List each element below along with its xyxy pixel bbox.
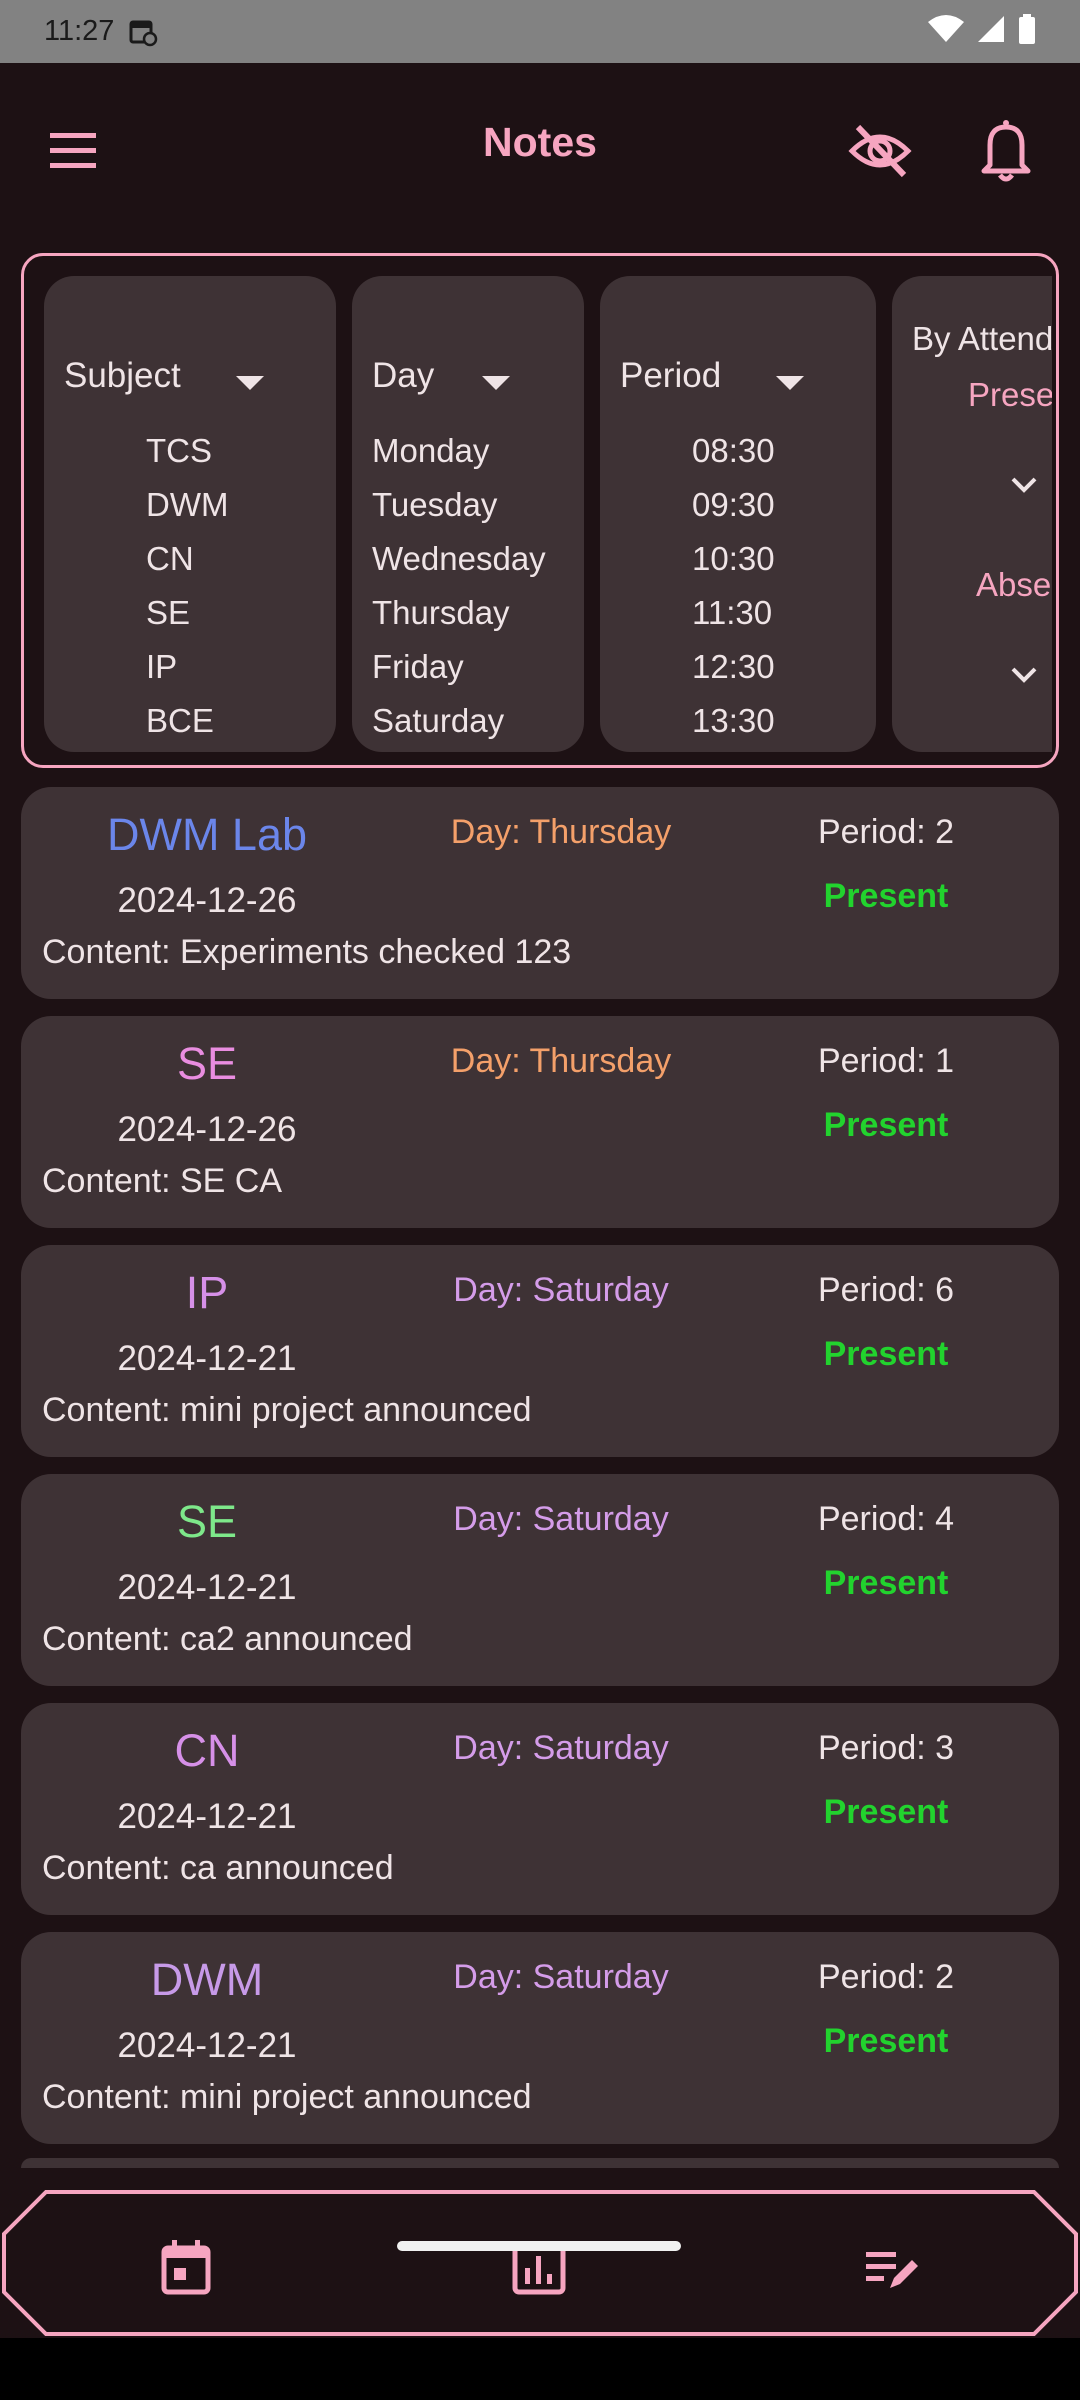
subject-filter[interactable]: Subject TCS DWM CN SE IP BCE bbox=[44, 276, 336, 752]
dropdown-arrow-icon[interactable] bbox=[482, 376, 510, 390]
day-filter-label: Day bbox=[372, 356, 435, 395]
note-content: Content: mini project announced bbox=[42, 1391, 532, 1429]
note-date: 2024-12-26 bbox=[117, 881, 297, 920]
note-date: 2024-12-21 bbox=[117, 1797, 297, 1836]
note-card-partial bbox=[21, 2158, 1059, 2168]
note-subject: SE bbox=[176, 1496, 238, 1547]
note-card[interactable]: IP 2024-12-21 Day: Saturday Period: 6 Pr… bbox=[21, 1245, 1059, 1457]
period-option[interactable]: 11:30 bbox=[600, 586, 876, 640]
navigation-gesture-area bbox=[0, 2338, 1080, 2400]
home-gesture-bar[interactable] bbox=[397, 2241, 681, 2251]
day-option[interactable]: Friday bbox=[352, 640, 584, 694]
note-subject: IP bbox=[185, 1267, 229, 1318]
note-content: Content: mini project announced bbox=[42, 2078, 532, 2116]
note-content: Content: ca announced bbox=[42, 1849, 394, 1887]
period-filter[interactable]: Period 08:30 09:30 10:30 11:30 12:30 13:… bbox=[600, 276, 876, 752]
note-period: Period: 4 bbox=[817, 1500, 955, 1538]
period-options: 08:30 09:30 10:30 11:30 12:30 13:30 bbox=[600, 424, 876, 748]
note-subject: DWM Lab bbox=[106, 809, 308, 860]
chevron-down-icon[interactable] bbox=[1010, 666, 1038, 684]
absent-filter-label[interactable]: Absent bbox=[976, 566, 1052, 604]
day-options: Monday Tuesday Wednesday Thursday Friday… bbox=[352, 424, 584, 748]
note-day: Day: Saturday bbox=[453, 1729, 669, 1767]
note-subject: CN bbox=[174, 1725, 240, 1776]
present-filter-label[interactable]: Present bbox=[968, 376, 1052, 414]
note-day: Day: Thursday bbox=[450, 1042, 672, 1080]
subject-option[interactable]: TCS bbox=[44, 424, 336, 478]
page-title: Notes bbox=[483, 119, 597, 165]
signal-icon bbox=[978, 16, 1004, 42]
app-bar: Notes bbox=[0, 63, 1080, 231]
day-option[interactable]: Thursday bbox=[352, 586, 584, 640]
note-card[interactable]: SE 2024-12-26 Day: Thursday Period: 1 Pr… bbox=[21, 1016, 1059, 1228]
note-status: Present bbox=[823, 1793, 949, 1831]
subject-options: TCS DWM CN SE IP BCE bbox=[44, 424, 336, 748]
subject-option[interactable]: BCE bbox=[44, 694, 336, 748]
note-content: Content: SE CA bbox=[42, 1162, 283, 1200]
note-day: Day: Saturday bbox=[453, 1271, 669, 1309]
note-period: Period: 6 bbox=[817, 1271, 955, 1309]
bell-icon[interactable] bbox=[978, 117, 1034, 183]
subject-option[interactable]: CN bbox=[44, 532, 336, 586]
note-date: 2024-12-21 bbox=[117, 1568, 297, 1607]
note-card[interactable]: CN 2024-12-21 Day: Saturday Period: 3 Pr… bbox=[21, 1703, 1059, 1915]
bottom-nav bbox=[0, 2188, 1080, 2338]
attendance-filter-label: By Attendance bbox=[912, 320, 1052, 357]
calendar-icon[interactable] bbox=[156, 2238, 216, 2298]
dropdown-arrow-icon[interactable] bbox=[236, 376, 264, 390]
subject-option[interactable]: DWM bbox=[44, 478, 336, 532]
note-date: 2024-12-26 bbox=[117, 1110, 297, 1149]
period-option[interactable]: 08:30 bbox=[600, 424, 876, 478]
day-option[interactable]: Tuesday bbox=[352, 478, 584, 532]
note-status: Present bbox=[823, 877, 949, 915]
note-content: Content: ca2 announced bbox=[42, 1620, 413, 1658]
period-option[interactable]: 12:30 bbox=[600, 640, 876, 694]
calendar-sync-icon bbox=[129, 20, 158, 46]
note-date: 2024-12-21 bbox=[117, 2026, 297, 2065]
filter-panel: Subject TCS DWM CN SE IP BCE Day Monday … bbox=[21, 253, 1059, 768]
note-day: Day: Saturday bbox=[453, 1500, 669, 1538]
note-status: Present bbox=[823, 1106, 949, 1144]
day-option[interactable]: Monday bbox=[352, 424, 584, 478]
wifi-icon bbox=[928, 15, 964, 42]
note-status: Present bbox=[823, 1335, 949, 1373]
note-period: Period: 1 bbox=[817, 1042, 955, 1080]
note-status: Present bbox=[823, 1564, 949, 1602]
note-day: Day: Saturday bbox=[453, 1958, 669, 1996]
note-period: Period: 2 bbox=[817, 1958, 955, 1996]
status-time: 11:27 bbox=[44, 15, 115, 47]
note-card[interactable]: DWM 2024-12-21 Day: Saturday Period: 2 P… bbox=[21, 1932, 1059, 2144]
note-subject: SE bbox=[176, 1038, 238, 1089]
attendance-filter[interactable]: By Attendance Present Absent bbox=[892, 276, 1052, 752]
period-option[interactable]: 13:30 bbox=[600, 694, 876, 748]
status-bar: 11:27 bbox=[0, 0, 1080, 63]
note-subject: DWM bbox=[150, 1954, 264, 2005]
subject-filter-label: Subject bbox=[64, 356, 181, 395]
day-filter[interactable]: Day Monday Tuesday Wednesday Thursday Fr… bbox=[352, 276, 584, 752]
note-status: Present bbox=[823, 2022, 949, 2060]
note-card[interactable]: SE 2024-12-21 Day: Saturday Period: 4 Pr… bbox=[21, 1474, 1059, 1686]
note-content: Content: Experiments checked 123 bbox=[42, 933, 572, 971]
note-card[interactable]: DWM Lab 2024-12-26 Day: Thursday Period:… bbox=[21, 787, 1059, 999]
note-date: 2024-12-21 bbox=[117, 1339, 297, 1378]
note-period: Period: 2 bbox=[817, 813, 955, 851]
day-option[interactable]: Wednesday bbox=[352, 532, 584, 586]
day-option[interactable]: Saturday bbox=[352, 694, 584, 748]
visibility-off-icon[interactable] bbox=[848, 119, 912, 183]
subject-option[interactable]: SE bbox=[44, 586, 336, 640]
dropdown-arrow-icon[interactable] bbox=[776, 376, 804, 390]
note-day: Day: Thursday bbox=[450, 813, 672, 851]
period-option[interactable]: 09:30 bbox=[600, 478, 876, 532]
chevron-down-icon[interactable] bbox=[1010, 476, 1038, 494]
period-option[interactable]: 10:30 bbox=[600, 532, 876, 586]
note-period: Period: 3 bbox=[817, 1729, 955, 1767]
battery-icon bbox=[1019, 14, 1035, 44]
notes-edit-icon[interactable] bbox=[862, 2238, 922, 2298]
period-filter-label: Period bbox=[620, 356, 722, 395]
subject-option[interactable]: IP bbox=[44, 640, 336, 694]
